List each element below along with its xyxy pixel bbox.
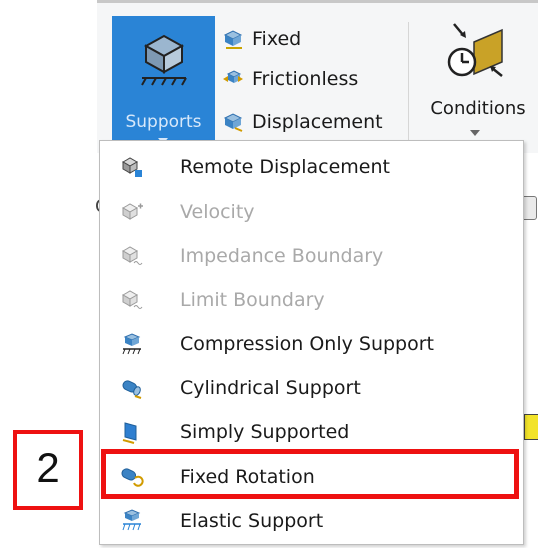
impedance-boundary-icon	[121, 246, 143, 265]
fixed-rotation-highlight	[101, 449, 519, 499]
menu-item-label: Impedance Boundary	[180, 245, 384, 267]
displacement-button[interactable]: Displacement	[222, 108, 383, 136]
supports-label: Supports	[125, 112, 202, 132]
step-number: 2	[36, 444, 60, 491]
menu-item-velocity[interactable]: Velocity	[100, 190, 523, 234]
menu-item-label: Elastic Support	[180, 510, 324, 532]
ribbon-separator	[408, 22, 409, 142]
conditions-icon	[447, 23, 503, 77]
frictionless-label: Frictionless	[252, 68, 359, 90]
menu-item-elastic-support[interactable]: Elastic Support	[100, 499, 523, 543]
frictionless-icon	[223, 70, 243, 83]
displacement-label: Displacement	[252, 111, 383, 133]
chevron-down-icon	[470, 130, 480, 136]
frictionless-button[interactable]: Frictionless	[222, 65, 358, 93]
menu-item-impedance-boundary[interactable]: Impedance Boundary	[100, 234, 523, 278]
remote-displacement-icon	[121, 157, 142, 177]
supports-button[interactable]: Supports	[112, 16, 215, 146]
menu-item-cylindrical-support[interactable]: Cylindrical Support	[100, 366, 523, 410]
simply-supported-icon	[122, 422, 137, 444]
menu-item-compression-only-support[interactable]: Compression Only Support	[100, 322, 523, 366]
menu-item-label: Compression Only Support	[180, 333, 434, 355]
fixed-button[interactable]: Fixed	[222, 25, 301, 53]
limit-boundary-icon	[121, 290, 143, 309]
fixed-label: Fixed	[252, 28, 302, 50]
velocity-icon	[121, 203, 143, 220]
menu-item-label: Velocity	[180, 201, 255, 223]
menu-item-label: Limit Boundary	[180, 289, 325, 311]
conditions-label: Conditions	[430, 98, 526, 119]
menu-item-label: Simply Supported	[180, 421, 350, 443]
menu-item-remote-displacement[interactable]: Remote Displacement	[100, 145, 523, 189]
menu-item-label: Cylindrical Support	[180, 377, 361, 399]
menu-item-simply-supported[interactable]: Simply Supported	[100, 410, 523, 454]
elastic-support-icon	[122, 509, 141, 531]
menu-item-label: Remote Displacement	[180, 156, 390, 178]
underlying-yellow-marker	[524, 414, 538, 440]
displacement-icon	[223, 113, 243, 132]
step-number-badge: 2	[13, 430, 83, 510]
supports-icon	[141, 34, 187, 86]
compression-support-icon	[122, 333, 141, 355]
fixed-support-icon	[223, 30, 243, 49]
conditions-button[interactable]: Conditions	[418, 22, 538, 147]
menu-item-limit-boundary[interactable]: Limit Boundary	[100, 278, 523, 322]
cylindrical-support-icon	[122, 380, 142, 399]
